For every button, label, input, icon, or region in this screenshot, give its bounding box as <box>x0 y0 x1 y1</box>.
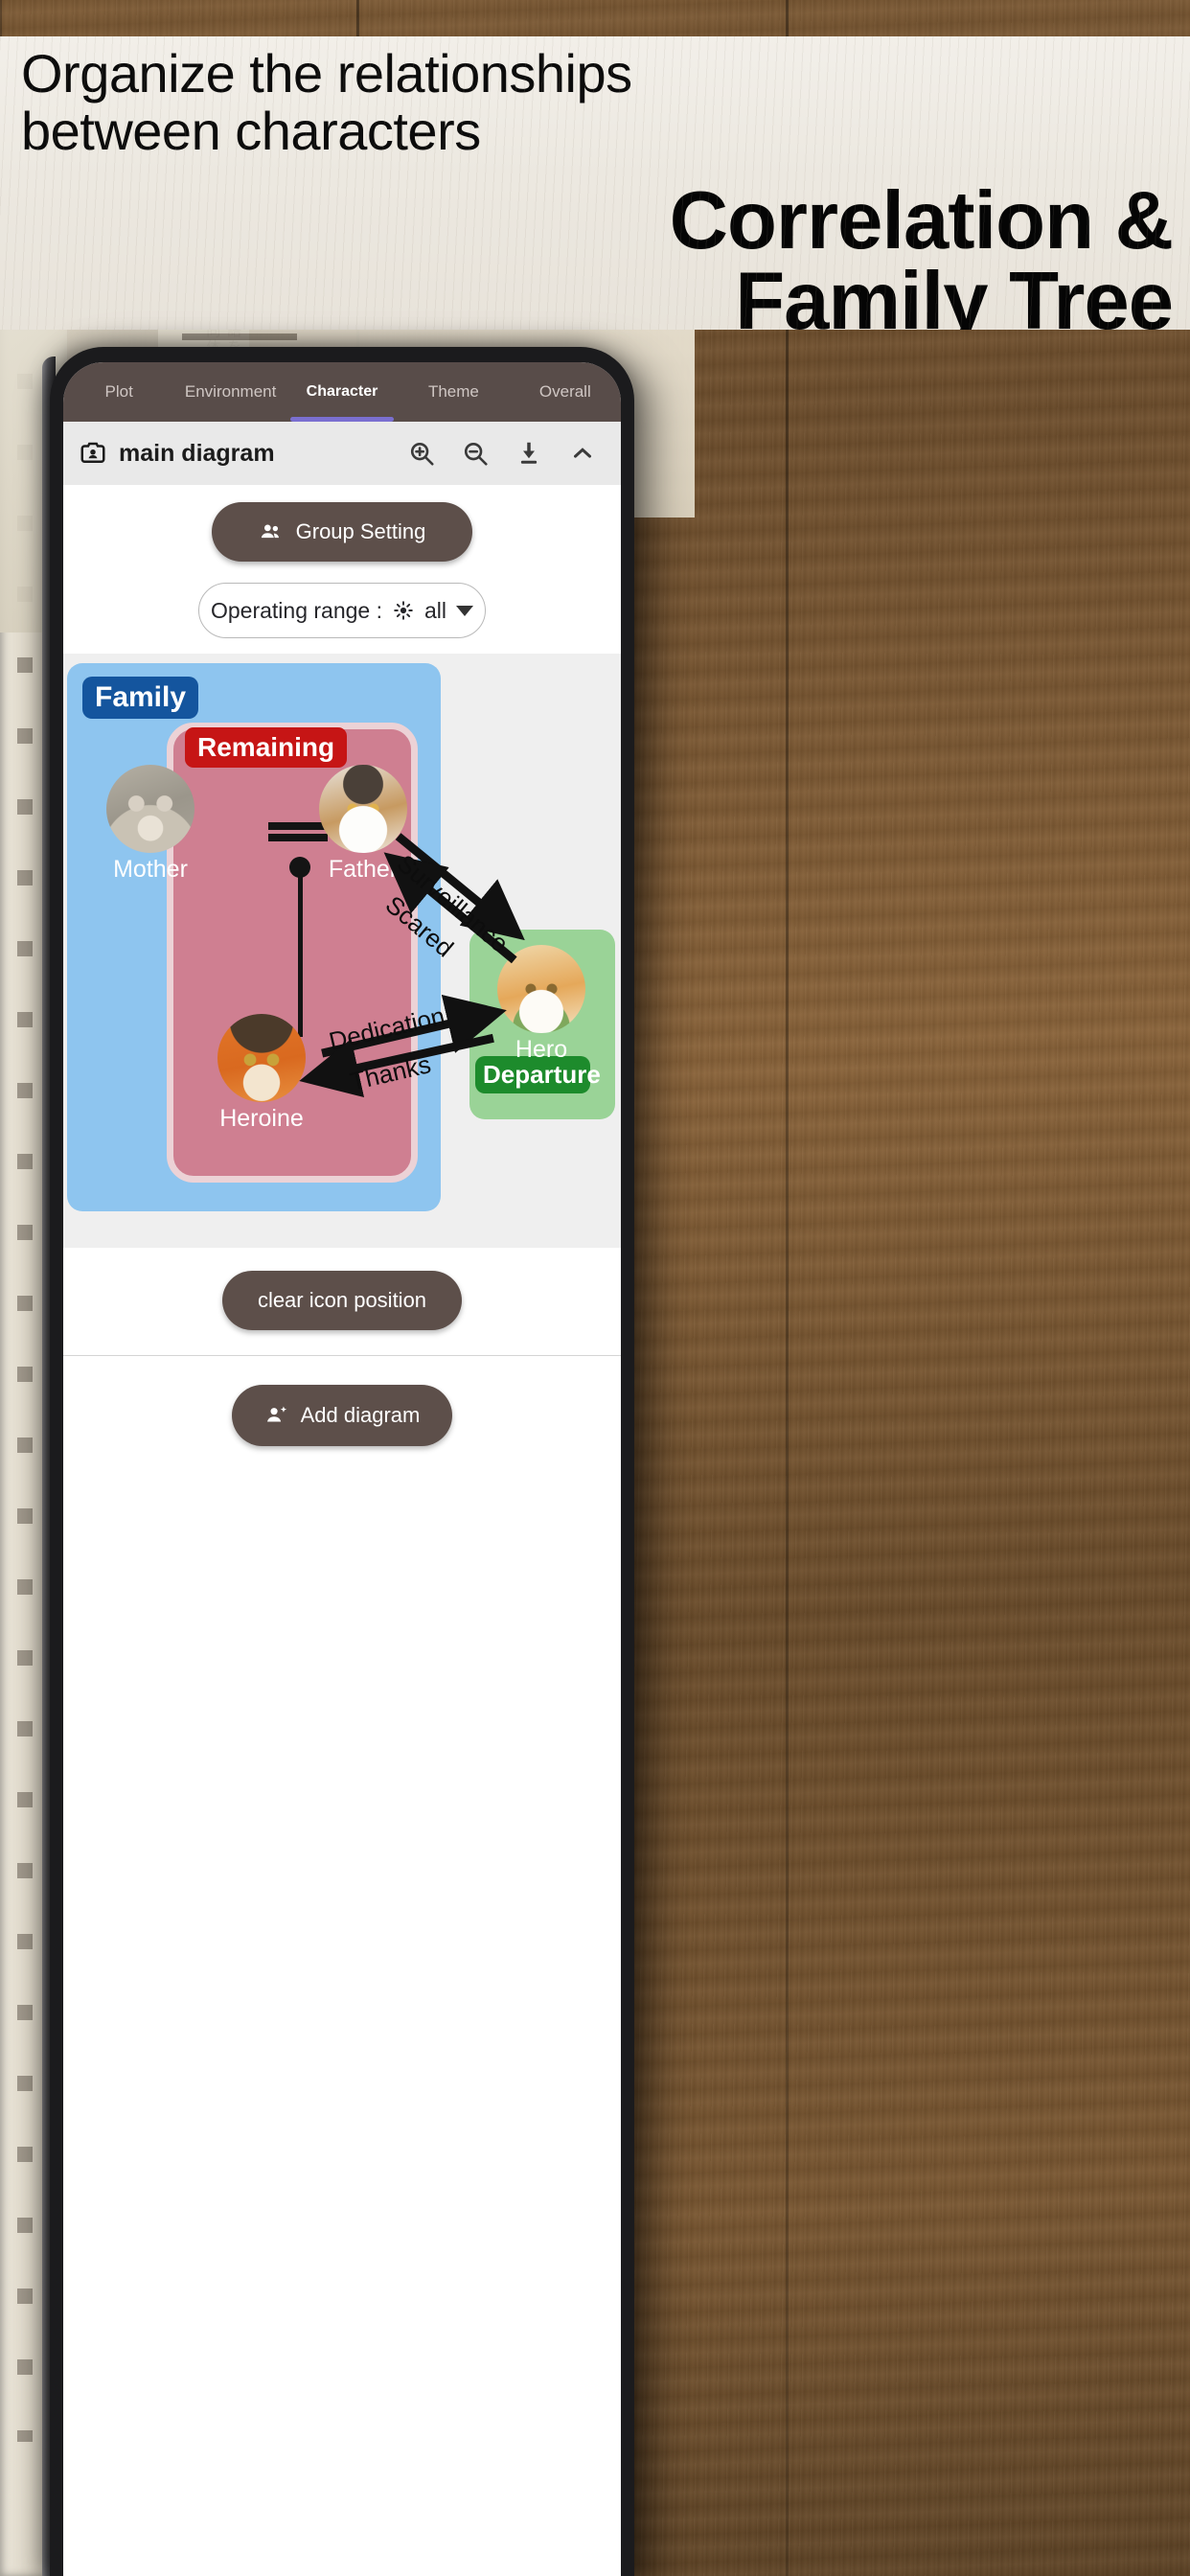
clear-icon-position-button[interactable]: clear icon position <box>222 1271 462 1330</box>
promo-screenshot: 物語を書く上で また共同体と個人の関係の 共同体の立場たみのため Organiz… <box>0 0 1190 2576</box>
group-setting-label: Group Setting <box>295 519 426 543</box>
phone-device: Plot Environment Character Theme Overall… <box>50 347 634 2576</box>
promo-headline-banner: Organize the relationships between chara… <box>0 36 1190 330</box>
collapse-chevron-up-icon[interactable] <box>561 432 604 474</box>
operating-range-value: all <box>424 597 447 623</box>
operating-range-label: Operating range : <box>210 597 382 623</box>
diagram-title: main diagram <box>119 439 275 467</box>
tab-label: Character <box>306 383 378 400</box>
wood-plank-seam <box>786 0 789 2576</box>
diagram-toolbar: Group Setting Operating range : all <box>63 485 621 654</box>
add-section: Add diagram <box>63 1356 621 2576</box>
tab-character[interactable]: Character <box>286 362 398 422</box>
diagram-canvas[interactable]: Family Remaining Departure Mother Father… <box>63 654 621 1248</box>
promo-title-line-2: Family Tree <box>735 256 1174 330</box>
download-icon[interactable] <box>508 432 550 474</box>
diagram-header: main diagram <box>63 422 621 485</box>
add-diagram-button[interactable]: Add diagram <box>232 1385 452 1446</box>
page-text-line <box>182 334 297 340</box>
person-add-icon <box>264 1403 289 1428</box>
operating-range-select[interactable]: Operating range : all <box>198 583 486 638</box>
promo-subtitle-line-2: between characters <box>21 101 481 161</box>
tab-environment[interactable]: Environment <box>174 362 286 422</box>
zoom-out-icon[interactable] <box>454 432 496 474</box>
top-tab-bar: Plot Environment Character Theme Overall <box>63 362 621 422</box>
clear-section: clear icon position <box>63 1248 621 1356</box>
portrait-card-icon <box>79 439 107 468</box>
tab-label: Overall <box>538 382 591 401</box>
group-setting-button[interactable]: Group Setting <box>212 502 472 562</box>
relation-arrows <box>299 833 525 1098</box>
tab-label: Theme <box>427 382 479 401</box>
tab-overall[interactable]: Overall <box>510 362 621 422</box>
promo-subtitle-line-1: Organize the relationships <box>21 43 632 104</box>
add-diagram-label: Add diagram <box>300 1403 421 1427</box>
clear-icon-position-label: clear icon position <box>257 1288 427 1312</box>
brightness-all-icon <box>392 599 415 622</box>
phone-screen: Plot Environment Character Theme Overall… <box>63 362 621 2576</box>
tab-theme[interactable]: Theme <box>398 362 509 422</box>
tab-label: Plot <box>104 382 133 401</box>
zoom-in-icon[interactable] <box>400 432 443 474</box>
tab-label: Environment <box>184 382 277 401</box>
tab-plot[interactable]: Plot <box>63 362 174 422</box>
chevron-down-icon[interactable] <box>456 605 474 616</box>
people-icon <box>259 519 284 544</box>
